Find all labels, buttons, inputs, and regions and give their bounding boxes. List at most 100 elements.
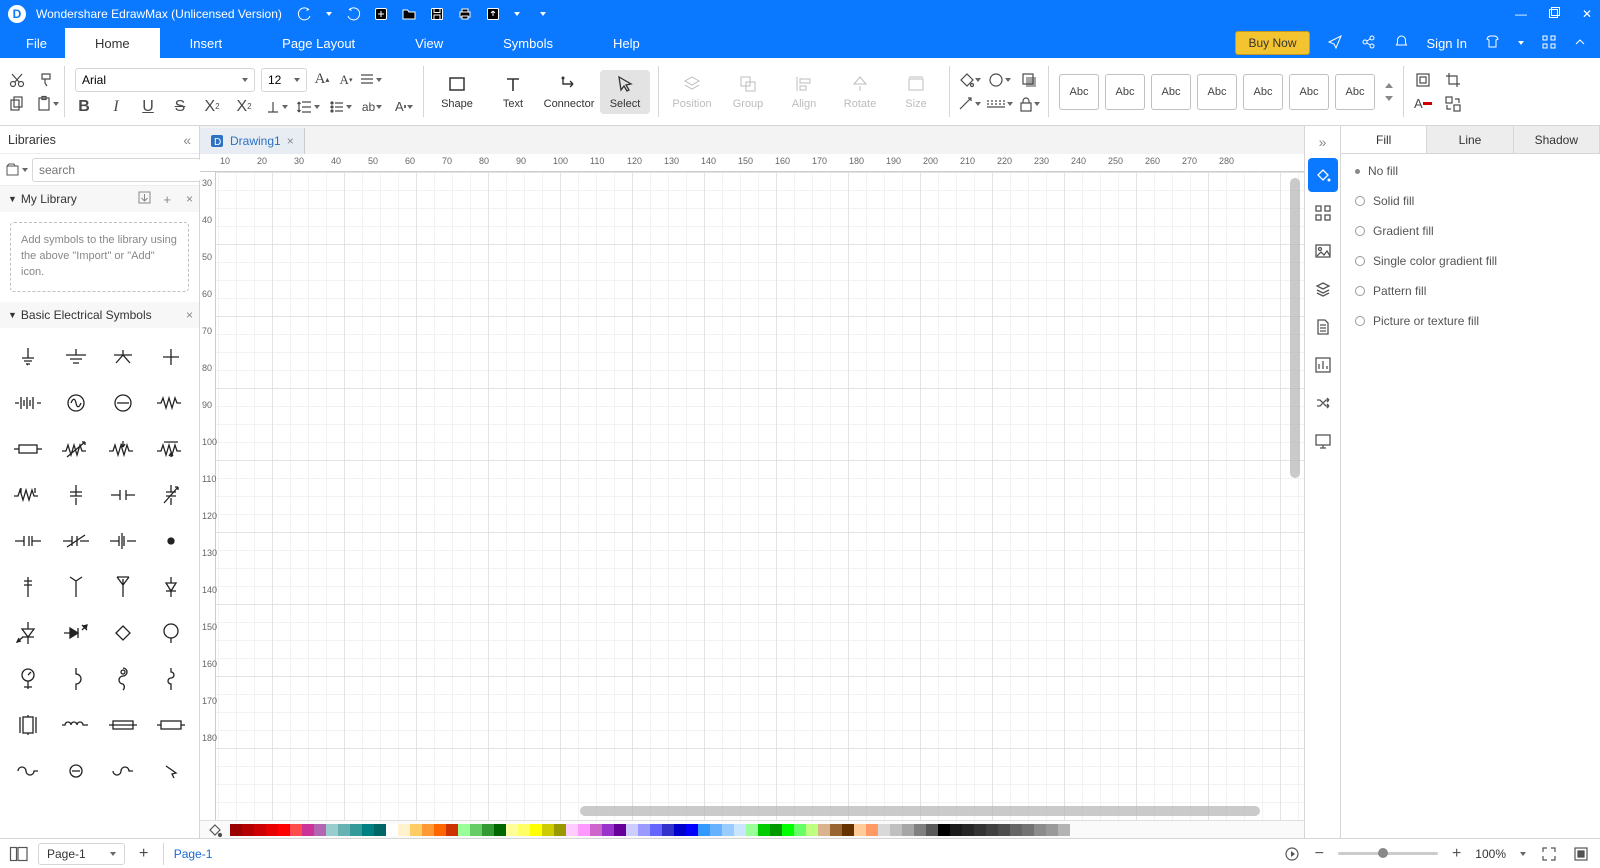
- zoom-more-icon[interactable]: [1520, 852, 1526, 856]
- color-swatch[interactable]: [470, 824, 482, 836]
- symbol-cap-mid[interactable]: [100, 518, 148, 564]
- symbol-bulb[interactable]: [147, 610, 195, 656]
- color-swatch[interactable]: [422, 824, 434, 836]
- vtab-chart[interactable]: [1308, 348, 1338, 382]
- color-swatch[interactable]: [758, 824, 770, 836]
- text-case-icon[interactable]: [267, 98, 285, 116]
- sign-in-button[interactable]: Sign In: [1427, 36, 1467, 51]
- line-spacing-icon[interactable]: [299, 98, 317, 116]
- cut-icon[interactable]: [8, 71, 26, 89]
- page-selector[interactable]: Page-1: [38, 843, 125, 865]
- font-size-select[interactable]: 12: [261, 68, 307, 92]
- symbol-cap-pol[interactable]: [52, 472, 100, 518]
- shrink-font-icon[interactable]: A▾: [337, 71, 355, 89]
- color-swatch[interactable]: [566, 824, 578, 836]
- symbol-partial3[interactable]: [100, 748, 148, 794]
- color-swatch[interactable]: [482, 824, 494, 836]
- color-swatch[interactable]: [686, 824, 698, 836]
- page-link[interactable]: Page-1: [163, 843, 223, 865]
- minimize-button[interactable]: —: [1515, 7, 1527, 21]
- shape-style-1[interactable]: Abc: [1059, 74, 1099, 110]
- fit-page-icon[interactable]: [1572, 845, 1590, 863]
- select-button[interactable]: Select: [600, 70, 650, 114]
- color-picker-icon[interactable]: [206, 821, 224, 839]
- tab-page-layout[interactable]: Page Layout: [252, 28, 385, 58]
- color-swatch[interactable]: [698, 824, 710, 836]
- prop-tab-line[interactable]: Line: [1427, 126, 1513, 153]
- color-swatch[interactable]: [1058, 824, 1070, 836]
- symbol-photodiode[interactable]: [52, 610, 100, 656]
- highlight-icon[interactable]: ab: [363, 98, 381, 116]
- color-swatch[interactable]: [734, 824, 746, 836]
- share-icon[interactable]: [1361, 34, 1376, 52]
- color-swatch[interactable]: [926, 824, 938, 836]
- color-swatch[interactable]: [974, 824, 986, 836]
- export-icon[interactable]: [486, 7, 500, 21]
- prop-tab-fill[interactable]: Fill: [1341, 126, 1427, 153]
- color-swatch[interactable]: [662, 824, 674, 836]
- close-button[interactable]: ✕: [1582, 7, 1592, 21]
- color-swatch[interactable]: [278, 824, 290, 836]
- symbol-varresistor2[interactable]: [100, 426, 148, 472]
- fill-opt-solid[interactable]: Solid fill: [1355, 194, 1586, 208]
- symbol-earth-ground[interactable]: [100, 334, 148, 380]
- color-swatch[interactable]: [986, 824, 998, 836]
- color-swatch[interactable]: [638, 824, 650, 836]
- symbol-inductor-wave[interactable]: [52, 702, 100, 748]
- connector-button[interactable]: Connector: [544, 70, 594, 114]
- align-button[interactable]: Align: [779, 70, 829, 114]
- color-swatch[interactable]: [542, 824, 554, 836]
- outline-icon[interactable]: [990, 71, 1008, 89]
- symbol-chassis-ground[interactable]: [52, 334, 100, 380]
- color-swatch[interactable]: [242, 824, 254, 836]
- vtab-page[interactable]: [1308, 310, 1338, 344]
- color-swatch[interactable]: [1034, 824, 1046, 836]
- line-align-icon[interactable]: [361, 71, 379, 89]
- shadow-quick-icon[interactable]: [1020, 71, 1038, 89]
- zoom-in-button[interactable]: +: [1452, 845, 1461, 863]
- symbol-antenna3[interactable]: [100, 564, 148, 610]
- tab-home[interactable]: Home: [65, 28, 160, 58]
- color-swatch[interactable]: [866, 824, 878, 836]
- color-swatch[interactable]: [842, 824, 854, 836]
- line-style-icon[interactable]: [960, 95, 978, 113]
- shape-style-3[interactable]: Abc: [1151, 74, 1191, 110]
- symbol-thermistor[interactable]: [4, 472, 52, 518]
- vtab-grid[interactable]: [1308, 196, 1338, 230]
- expand-right-icon[interactable]: »: [1305, 130, 1340, 154]
- color-swatch[interactable]: [806, 824, 818, 836]
- color-swatch[interactable]: [938, 824, 950, 836]
- color-swatch[interactable]: [602, 824, 614, 836]
- copy-icon[interactable]: [8, 95, 26, 113]
- grow-font-icon[interactable]: A▴: [313, 71, 331, 89]
- group-button[interactable]: Group: [723, 70, 773, 114]
- tab-help[interactable]: Help: [583, 28, 670, 58]
- underline-icon[interactable]: U: [139, 98, 157, 116]
- select-similar-icon[interactable]: [1414, 71, 1432, 89]
- color-swatch[interactable]: [230, 824, 242, 836]
- color-swatch[interactable]: [626, 824, 638, 836]
- shape-style-scroll[interactable]: [1385, 83, 1393, 101]
- shape-style-4[interactable]: Abc: [1197, 74, 1237, 110]
- color-swatch[interactable]: [770, 824, 782, 836]
- symbol-partial4[interactable]: [147, 748, 195, 794]
- font-color-icon[interactable]: A: [395, 98, 413, 116]
- vtab-fill[interactable]: [1308, 158, 1338, 192]
- color-swatch[interactable]: [950, 824, 962, 836]
- close-tab-icon[interactable]: ×: [287, 134, 294, 148]
- color-swatch[interactable]: [458, 824, 470, 836]
- undo-icon[interactable]: [298, 7, 312, 21]
- fill-opt-picture[interactable]: Picture or texture fill: [1355, 314, 1586, 328]
- color-swatch[interactable]: [650, 824, 662, 836]
- library-search-input[interactable]: [32, 158, 201, 182]
- canvas-h-scrollbar[interactable]: [580, 806, 1260, 816]
- color-swatch[interactable]: [338, 824, 350, 836]
- symbol-varresistor1[interactable]: [52, 426, 100, 472]
- vtab-layers[interactable]: [1308, 272, 1338, 306]
- symbol-battery[interactable]: [4, 380, 52, 426]
- library-picker-icon[interactable]: [6, 159, 28, 181]
- document-tab[interactable]: D Drawing1 ×: [200, 128, 305, 154]
- color-swatch[interactable]: [350, 824, 362, 836]
- open-icon[interactable]: [402, 7, 416, 21]
- shape-style-2[interactable]: Abc: [1105, 74, 1145, 110]
